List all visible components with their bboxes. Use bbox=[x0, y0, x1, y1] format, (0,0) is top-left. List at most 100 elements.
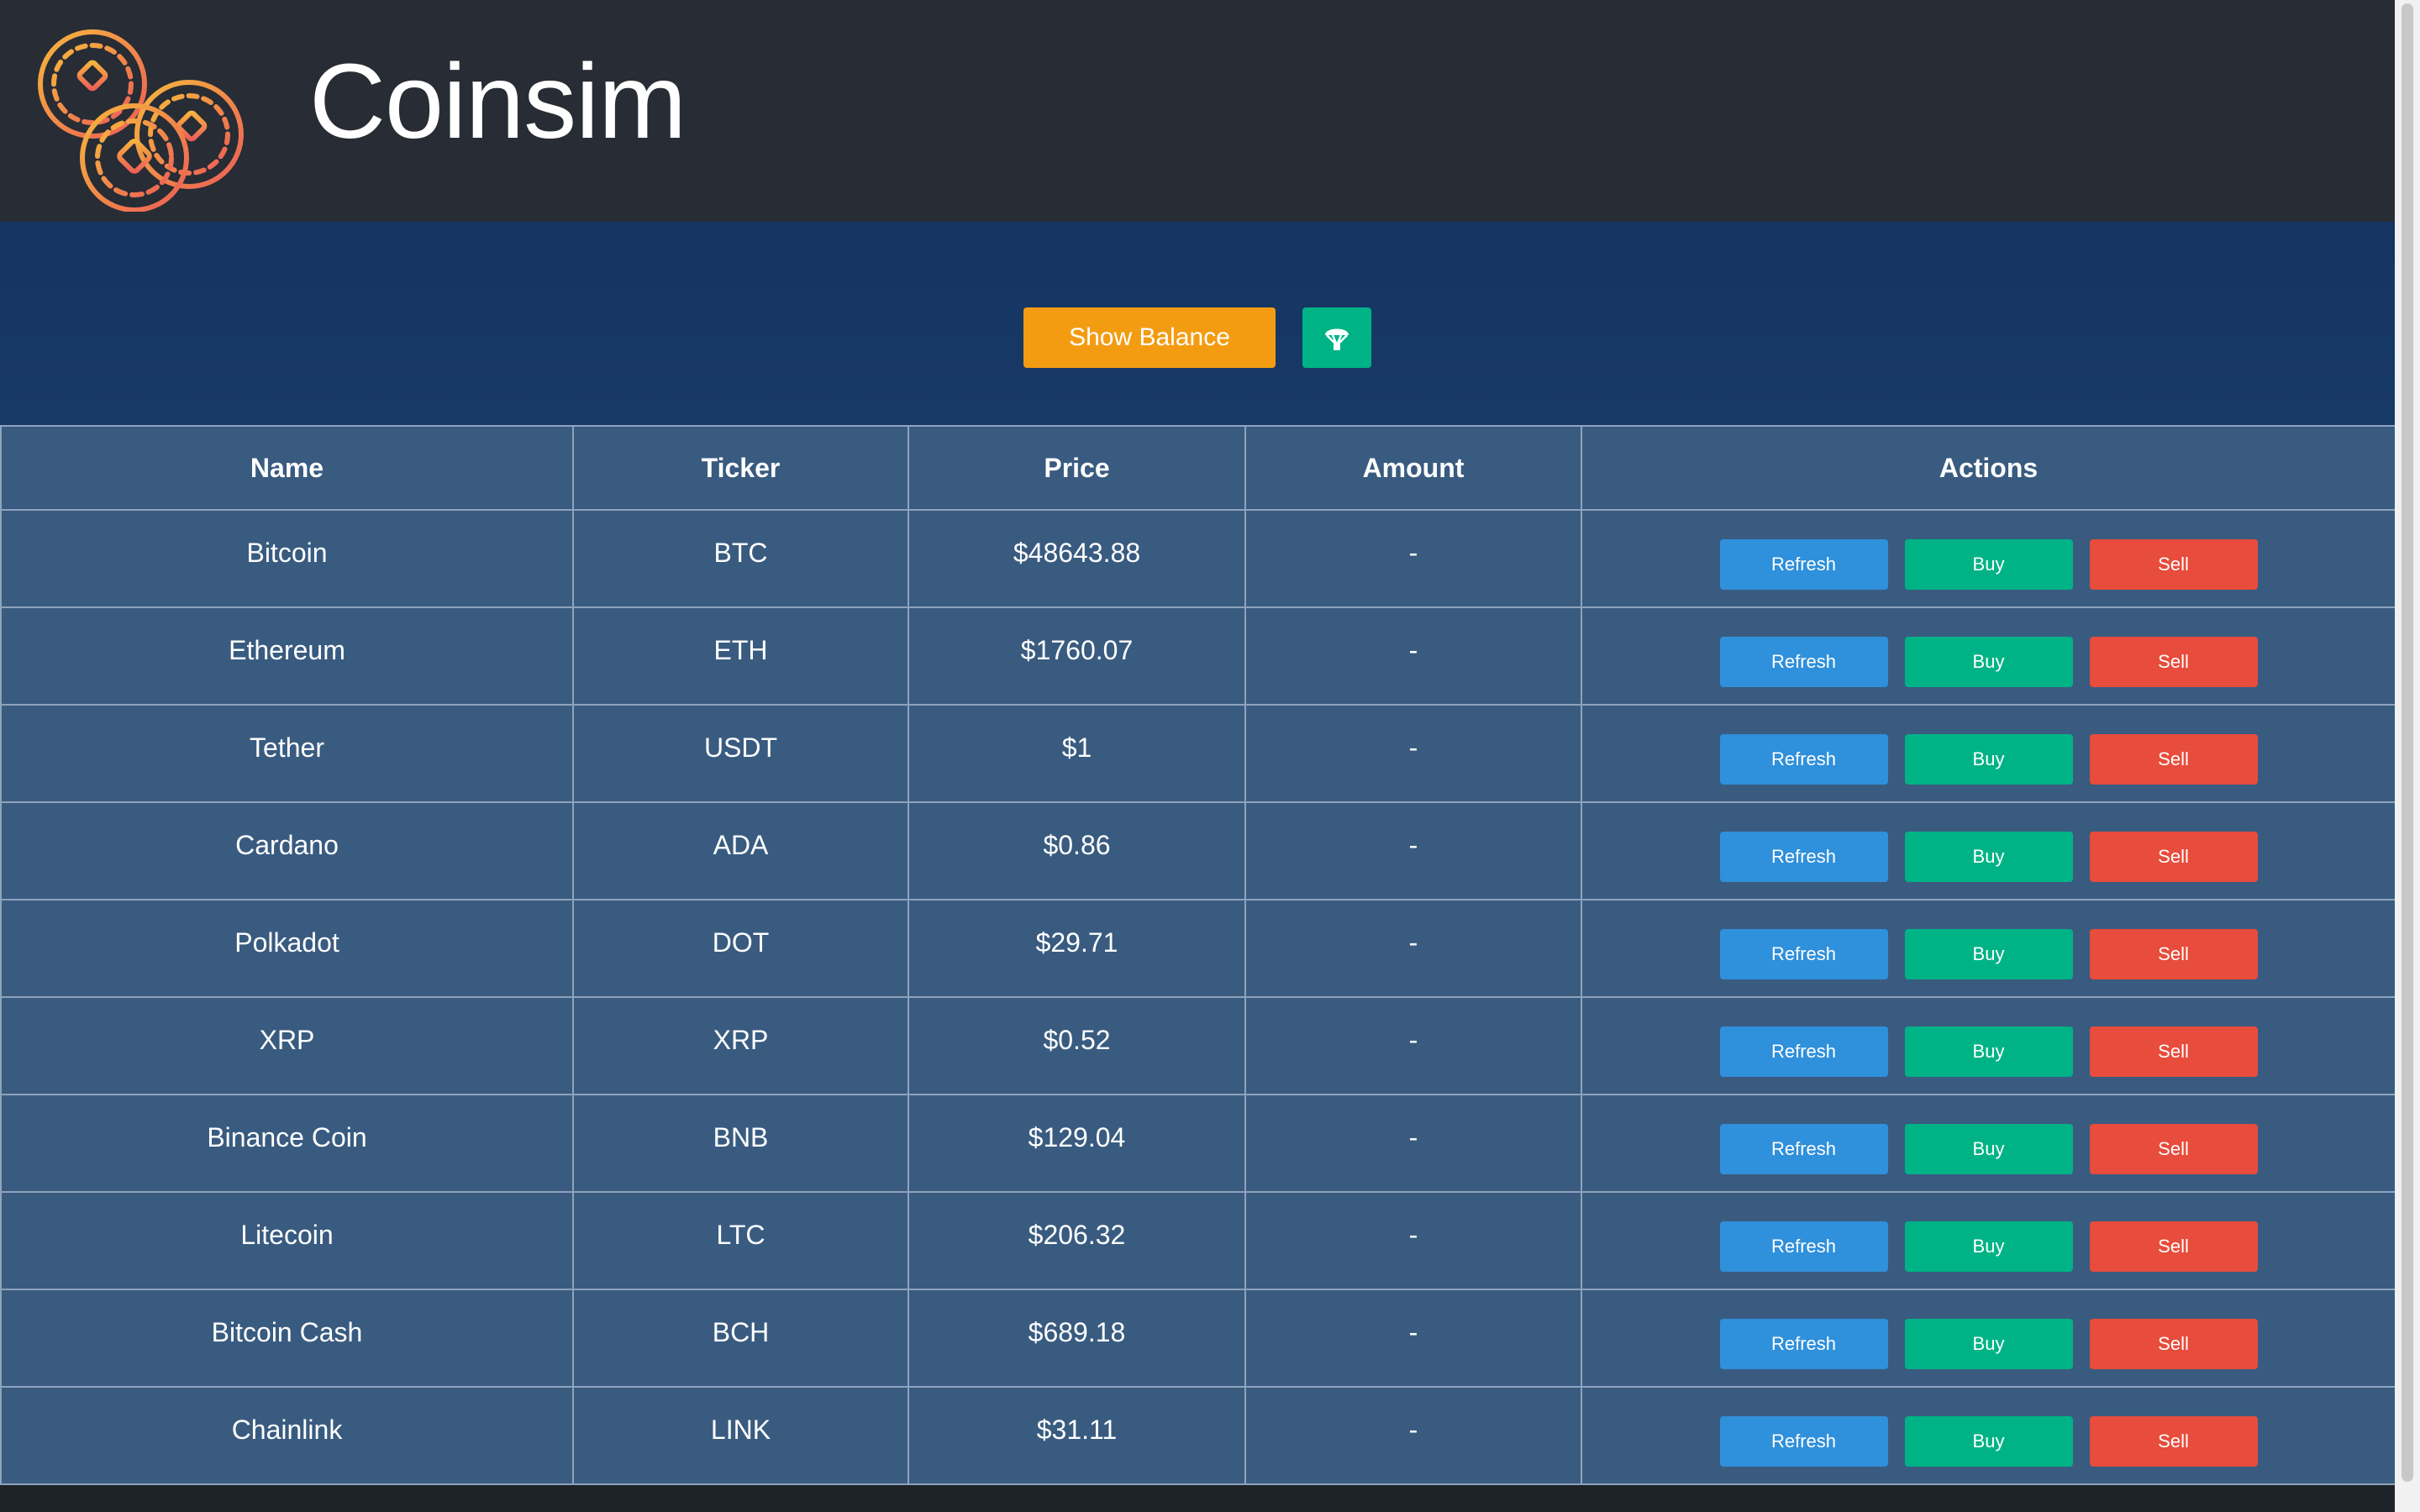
buy-button[interactable]: Buy bbox=[1904, 832, 2073, 882]
row-actions: Refresh Buy Sell bbox=[1582, 927, 2395, 979]
sell-button[interactable]: Sell bbox=[2089, 1416, 2258, 1467]
sell-button[interactable]: Sell bbox=[2089, 637, 2258, 687]
coin-price-cell: $31.11 bbox=[908, 1386, 1246, 1485]
coin-actions-cell: Refresh Buy Sell bbox=[1581, 509, 2396, 608]
row-actions: Refresh Buy Sell bbox=[1582, 830, 2395, 882]
vertical-scrollbar[interactable] bbox=[2395, 0, 2420, 1512]
column-header-name: Name bbox=[0, 425, 574, 511]
table-header-row: Name Ticker Price Amount Actions bbox=[0, 425, 2396, 511]
buy-button[interactable]: Buy bbox=[1904, 1416, 2073, 1467]
coin-ticker-cell: BCH bbox=[572, 1289, 909, 1388]
coin-ticker-cell: LTC bbox=[572, 1191, 909, 1290]
app-title: Coinsim bbox=[309, 42, 687, 160]
buy-button[interactable]: Buy bbox=[1904, 1124, 2073, 1174]
refresh-button[interactable]: Refresh bbox=[1719, 1319, 1888, 1369]
coin-ticker-cell: XRP bbox=[572, 996, 909, 1095]
coin-ticker-cell: LINK bbox=[572, 1386, 909, 1485]
buy-button[interactable]: Buy bbox=[1904, 1319, 2073, 1369]
coin-price-cell: $0.86 bbox=[908, 801, 1246, 900]
coin-name-cell: Chainlink bbox=[0, 1386, 574, 1485]
coin-amount-cell: - bbox=[1244, 801, 1582, 900]
app-header: Coinsim bbox=[0, 0, 2395, 222]
coin-actions-cell: Refresh Buy Sell bbox=[1581, 899, 2396, 998]
sell-button[interactable]: Sell bbox=[2089, 539, 2258, 590]
row-actions: Refresh Buy Sell bbox=[1582, 1317, 2395, 1369]
coin-actions-cell: Refresh Buy Sell bbox=[1581, 1386, 2396, 1485]
coins-logo-icon bbox=[34, 25, 249, 213]
airdrop-button[interactable] bbox=[1302, 307, 1371, 368]
show-balance-button[interactable]: Show Balance bbox=[1023, 307, 1276, 368]
coin-name-cell: XRP bbox=[0, 996, 574, 1095]
sell-button[interactable]: Sell bbox=[2089, 1124, 2258, 1174]
column-header-price: Price bbox=[908, 425, 1246, 511]
table-row: Litecoin LTC $206.32- Refresh Buy Sell bbox=[0, 1191, 2396, 1290]
coin-ticker-cell: ETH bbox=[572, 606, 909, 706]
table-row: Polkadot DOT $29.71- Refresh Buy Sell bbox=[0, 899, 2396, 998]
coin-name-cell: Tether bbox=[0, 704, 574, 803]
refresh-button[interactable]: Refresh bbox=[1719, 1221, 1888, 1272]
refresh-button[interactable]: Refresh bbox=[1719, 832, 1888, 882]
table-row: Ethereum ETH $1760.07- Refresh Buy Sell bbox=[0, 606, 2396, 706]
table-row: XRP XRP $0.52- Refresh Buy Sell bbox=[0, 996, 2396, 1095]
coin-price-cell: $0.52 bbox=[908, 996, 1246, 1095]
coin-actions-cell: Refresh Buy Sell bbox=[1581, 704, 2396, 803]
footer-strip bbox=[0, 1485, 2395, 1512]
table-row: Chainlink LINK $31.11- Refresh Buy Sell bbox=[0, 1386, 2396, 1485]
buy-button[interactable]: Buy bbox=[1904, 929, 2073, 979]
coin-amount-cell: - bbox=[1244, 1386, 1582, 1485]
coin-ticker-cell: BTC bbox=[572, 509, 909, 608]
sell-button[interactable]: Sell bbox=[2089, 929, 2258, 979]
refresh-button[interactable]: Refresh bbox=[1719, 734, 1888, 785]
coin-actions-cell: Refresh Buy Sell bbox=[1581, 1094, 2396, 1193]
buy-button[interactable]: Buy bbox=[1904, 539, 2073, 590]
refresh-button[interactable]: Refresh bbox=[1719, 539, 1888, 590]
refresh-button[interactable]: Refresh bbox=[1719, 1416, 1888, 1467]
coin-actions-cell: Refresh Buy Sell bbox=[1581, 1289, 2396, 1388]
coin-table-container: Name Ticker Price Amount Actions Bitcoin… bbox=[0, 425, 2396, 1485]
column-header-amount: Amount bbox=[1244, 425, 1582, 511]
sell-button[interactable]: Sell bbox=[2089, 832, 2258, 882]
coin-price-cell: $1 bbox=[908, 704, 1246, 803]
coin-actions-cell: Refresh Buy Sell bbox=[1581, 606, 2396, 706]
coin-table-body: Bitcoin BTC $48643.88- Refresh Buy Sell Ethere… bbox=[0, 509, 2396, 1485]
refresh-button[interactable]: Refresh bbox=[1719, 1124, 1888, 1174]
table-row: Bitcoin Cash BCH $689.18- Refresh Buy Sell bbox=[0, 1289, 2396, 1388]
parachute-icon bbox=[1325, 328, 1349, 350]
buy-button[interactable]: Buy bbox=[1904, 734, 2073, 785]
refresh-button[interactable]: Refresh bbox=[1719, 1026, 1888, 1077]
coin-name-cell: Bitcoin Cash bbox=[0, 1289, 574, 1388]
coin-amount-cell: - bbox=[1244, 1191, 1582, 1290]
sell-button[interactable]: Sell bbox=[2089, 1221, 2258, 1272]
coin-price-cell: $48643.88 bbox=[908, 509, 1246, 608]
coin-amount-cell: - bbox=[1244, 704, 1582, 803]
coin-price-cell: $29.71 bbox=[908, 899, 1246, 998]
sell-button[interactable]: Sell bbox=[2089, 1319, 2258, 1369]
table-row: Cardano ADA $0.86- Refresh Buy Sell bbox=[0, 801, 2396, 900]
column-header-actions: Actions bbox=[1581, 425, 2396, 511]
refresh-button[interactable]: Refresh bbox=[1719, 929, 1888, 979]
coin-amount-cell: - bbox=[1244, 509, 1582, 608]
column-header-ticker: Ticker bbox=[572, 425, 909, 511]
sell-button[interactable]: Sell bbox=[2089, 734, 2258, 785]
coin-actions-cell: Refresh Buy Sell bbox=[1581, 996, 2396, 1095]
sell-button[interactable]: Sell bbox=[2089, 1026, 2258, 1077]
table-row: Bitcoin BTC $48643.88- Refresh Buy Sell bbox=[0, 509, 2396, 608]
scrollbar-thumb[interactable] bbox=[2402, 3, 2413, 1482]
coin-table: Name Ticker Price Amount Actions Bitcoin… bbox=[0, 425, 2396, 1485]
coin-name-cell: Bitcoin bbox=[0, 509, 574, 608]
buy-button[interactable]: Buy bbox=[1904, 1221, 2073, 1272]
coin-amount-cell: - bbox=[1244, 899, 1582, 998]
coin-amount-cell: - bbox=[1244, 1094, 1582, 1193]
buy-button[interactable]: Buy bbox=[1904, 637, 2073, 687]
coin-ticker-cell: ADA bbox=[572, 801, 909, 900]
coin-price-cell: $206.32 bbox=[908, 1191, 1246, 1290]
row-actions: Refresh Buy Sell bbox=[1582, 538, 2395, 590]
buy-button[interactable]: Buy bbox=[1904, 1026, 2073, 1077]
app-root: Coinsim Show Balance Name Ticker Price A… bbox=[0, 0, 2420, 1512]
refresh-button[interactable]: Refresh bbox=[1719, 637, 1888, 687]
coin-amount-cell: - bbox=[1244, 606, 1582, 706]
table-row: Binance Coin BNB $129.04- Refresh Buy Sell bbox=[0, 1094, 2396, 1193]
coin-amount-cell: - bbox=[1244, 996, 1582, 1095]
coin-name-cell: Binance Coin bbox=[0, 1094, 574, 1193]
row-actions: Refresh Buy Sell bbox=[1582, 1415, 2395, 1467]
